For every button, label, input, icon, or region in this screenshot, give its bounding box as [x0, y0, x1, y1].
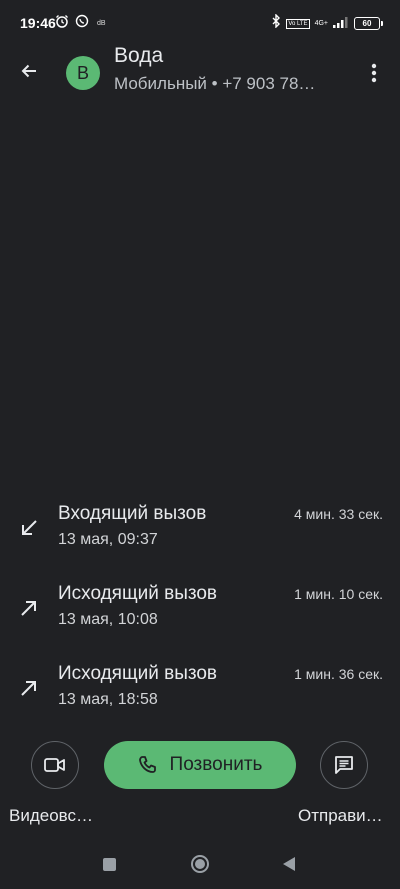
- call-date: 13 мая, 18:58: [58, 691, 158, 708]
- contact-phone-type: Мобильный • +7 903 78…: [114, 74, 316, 93]
- call-made-icon: [21, 681, 36, 696]
- status-left-icons: dB: [55, 14, 106, 33]
- recents-icon[interactable]: [103, 858, 116, 871]
- call-made-icon: [21, 601, 36, 616]
- phone-icon: [138, 756, 156, 773]
- send-message-label[interactable]: Отправи…: [298, 806, 383, 826]
- contact-name: Вода: [114, 44, 164, 67]
- call-log-item[interactable]: Исходящий вызов 13 мая, 10:08 1 мин. 10 …: [0, 583, 400, 653]
- status-right-icons: Vo LTE 4G+ 60: [271, 13, 383, 33]
- call-button-label: Позвонить: [169, 754, 263, 775]
- more-options-button[interactable]: [362, 58, 386, 88]
- call-type: Исходящий вызов: [58, 583, 218, 604]
- alarm-icon: [55, 14, 69, 33]
- call-duration: 4 мин. 33 сек.: [294, 506, 383, 522]
- call-duration: 1 мин. 10 сек.: [294, 586, 383, 602]
- status-bar: 19:46 dB Vo LTE 4G+ 60: [0, 0, 400, 48]
- battery-icon: 60: [354, 17, 383, 30]
- avatar[interactable]: В: [66, 56, 100, 90]
- network-type: 4G+: [314, 20, 328, 27]
- contact-header: В Вода Мобильный • +7 903 78…: [0, 44, 400, 100]
- call-duration: 1 мин. 36 сек.: [294, 666, 383, 682]
- call-log-item[interactable]: Входящий вызов 13 мая, 09:37 4 мин. 33 с…: [0, 503, 400, 573]
- videocam-icon: [44, 758, 65, 772]
- call-type: Входящий вызов: [58, 503, 207, 524]
- back-button[interactable]: [14, 56, 44, 86]
- home-icon[interactable]: [191, 855, 209, 873]
- battery-level: 60: [362, 19, 372, 28]
- call-button[interactable]: Позвонить: [104, 741, 296, 789]
- call-log-item[interactable]: Исходящий вызов 13 мая, 18:58 1 мин. 36 …: [0, 663, 400, 733]
- video-call-button[interactable]: [31, 741, 79, 789]
- signal-db-text: dB: [97, 20, 106, 27]
- viber-icon: [75, 14, 89, 33]
- bluetooth-icon: [271, 13, 281, 33]
- arrow-back-icon: [21, 64, 36, 78]
- signal-icon: [333, 15, 349, 33]
- volte-badge: Vo LTE: [286, 18, 310, 29]
- call-received-icon: [22, 520, 37, 535]
- system-nav-bar: [0, 844, 400, 889]
- call-date: 13 мая, 10:08: [58, 611, 158, 628]
- call-date: 13 мая, 09:37: [58, 531, 158, 548]
- message-icon: [335, 756, 353, 774]
- call-type: Исходящий вызов: [58, 663, 218, 684]
- nav-back-icon[interactable]: [283, 857, 295, 871]
- status-time: 19:46: [20, 15, 56, 31]
- video-call-label[interactable]: Видеовс…: [9, 806, 93, 826]
- more-vert-icon: [371, 63, 377, 83]
- send-message-button[interactable]: [320, 741, 368, 789]
